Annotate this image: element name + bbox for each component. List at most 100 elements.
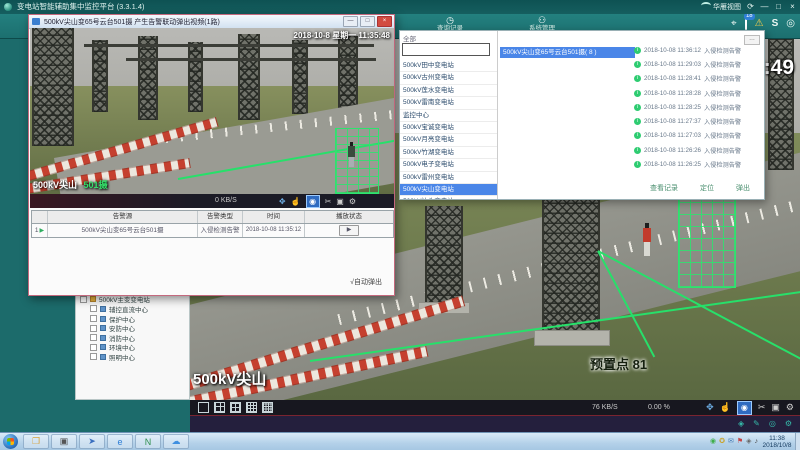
taskbar-app-button[interactable]: ❐ (23, 434, 49, 449)
alarm-window-titlebar[interactable]: 500kV尖山变65号云台501摄 产生告警联动弹出视频(1路) — □ × (29, 15, 394, 29)
station-list-item[interactable]: 500kV雷南变电站 (400, 97, 497, 109)
tree-item[interactable]: 消防中心 (90, 333, 187, 343)
record-camera-icon[interactable]: ▣ (771, 402, 780, 413)
alarm-record-item[interactable]: 2018-10-08 11:36:12 入侵检测告警 (634, 43, 764, 57)
tree-item[interactable]: 环境中心 (90, 343, 187, 353)
preset-pin-button-active[interactable]: ◉ (737, 401, 752, 415)
record-camera-icon[interactable]: ▣ (336, 196, 344, 207)
tree-item[interactable]: 安防中心 (90, 323, 187, 333)
alarm-camera-view[interactable]: 2018-10-8 星期一 11:35:48 500kV尖山 501摄 (30, 28, 394, 194)
station-label: 500kV电子变电站 (403, 161, 454, 168)
tree-checkbox[interactable] (80, 296, 87, 303)
layout-3x3-icon[interactable] (230, 402, 241, 413)
auto-popup-checkbox[interactable]: √自动弹出 (350, 277, 382, 287)
layout-1x1-icon[interactable] (198, 402, 209, 413)
station-list-item[interactable]: 监控中心 (400, 110, 497, 122)
tree-checkbox[interactable] (90, 344, 97, 351)
alarm-record-item[interactable]: 2018-10-08 11:28:25 入侵检测告警 (634, 100, 764, 114)
diamond-tool-icon[interactable]: ◈ (738, 419, 744, 428)
station-list-item[interactable]: 500kV月亮变电站 (400, 134, 497, 146)
gear-tool-icon[interactable]: ⚙ (785, 419, 792, 428)
tray-icon[interactable]: ♪ (755, 437, 759, 447)
taskbar-app-button[interactable]: ▣ (51, 434, 77, 449)
snapshot-cut-icon[interactable]: ✂ (758, 402, 766, 413)
window-close-button[interactable]: × (377, 16, 392, 27)
person-search-icon[interactable]: ⌖ (731, 18, 737, 30)
tray-icon[interactable]: ✪ (719, 437, 725, 447)
layout-4x4-icon[interactable] (246, 402, 257, 413)
selected-camera-header[interactable]: 500kV尖山变65号云台501摄( 8 ) (500, 47, 635, 58)
alarm-record-item[interactable]: 2018-10-08 11:28:41 入侵检测告警 (634, 72, 764, 86)
app-title: 变电站智能辅助集中监控平台 (3.3.1.4) (17, 0, 145, 14)
video-control-bar: 76 KB/S 0.00 % ✥ ☝ ◉ ✂ ▣ ⚙ (190, 400, 800, 415)
view-records-button[interactable]: 查看记录 (650, 183, 678, 193)
station-list-item[interactable]: 500kV莲水变电站 (400, 85, 497, 97)
alarm-record-item[interactable]: 2018-10-08 11:26:26 入侵检测告警 (634, 143, 764, 157)
settings-gear-icon[interactable]: ⚙ (786, 402, 794, 413)
alarm-table-row[interactable]: 1▶ 500kV尖山变65号云台501摄 入侵检测告警 2018-10-08 1… (31, 224, 394, 238)
taskbar-app-button[interactable]: e (107, 434, 133, 449)
tree-item[interactable]: 500kV主变变电站 (80, 295, 187, 305)
tree-checkbox[interactable] (90, 353, 97, 360)
station-list-item[interactable]: 500kV宝诚变电站 (400, 122, 497, 134)
app-icon: ➤ (88, 436, 96, 447)
start-button[interactable] (3, 434, 18, 449)
station-list-item[interactable]: 500kV竹湖变电站 (400, 147, 497, 159)
tree-item-label: 保护中心 (109, 314, 135, 324)
station-list-item[interactable]: 500kV田中变电站 (400, 60, 497, 72)
snapshot-cut-icon[interactable]: ✂ (325, 196, 332, 207)
station-list-item[interactable]: 500kV汕头变电站 (400, 196, 497, 199)
pan-control-icon[interactable]: ✥ (279, 196, 286, 207)
tray-icon[interactable]: ✉ (728, 437, 734, 447)
chat-icon[interactable]: 18 (745, 18, 747, 30)
alarm-record-item[interactable]: 2018-10-08 11:29:03 入侵检测告警 (634, 57, 764, 71)
tray-icon[interactable]: ⚑ (737, 437, 743, 447)
preset-pin-button-active[interactable]: ◉ (306, 195, 320, 208)
tree-checkbox[interactable] (90, 305, 97, 312)
tray-icon[interactable]: ◉ (710, 437, 716, 447)
alarm-record-item[interactable]: 2018-10-08 11:27:03 入侵检测告警 (634, 129, 764, 143)
refresh-button[interactable]: ⟳ (746, 0, 755, 14)
row-play-button[interactable]: ▶ (339, 225, 359, 236)
station-list-item[interactable]: 500kV电子变电站 (400, 159, 497, 171)
tree-checkbox[interactable] (90, 325, 97, 332)
layout-2x2-icon[interactable] (214, 402, 225, 413)
station-search-input[interactable] (402, 43, 490, 56)
station-list-item[interactable]: 500kV古州变电站 (400, 72, 497, 84)
settings-gear-icon[interactable]: ⚙ (349, 196, 356, 207)
alarm-time: 2018-10-08 11:28:28 (644, 90, 701, 97)
hand-tool-icon[interactable]: ☝ (291, 196, 301, 207)
hand-tool-icon[interactable]: ☝ (720, 402, 731, 413)
window-minimize-button[interactable]: — (343, 16, 358, 27)
pan-control-icon[interactable]: ✥ (706, 402, 714, 413)
tree-item[interactable]: 辅控直流中心 (90, 304, 187, 314)
locate-button[interactable]: 定位 (700, 183, 714, 193)
minimize-button[interactable]: — (760, 0, 769, 14)
alarm-warning-icon[interactable]: ⚠ (755, 18, 764, 30)
tree-item[interactable]: 照明中心 (90, 352, 187, 362)
s-tool-icon[interactable]: S (772, 18, 779, 30)
station-list-item[interactable]: 500kV雷州变电站 (400, 172, 497, 184)
close-button[interactable]: × (788, 0, 797, 14)
maximize-button[interactable]: □ (774, 0, 783, 14)
alarm-record-item[interactable]: 2018-10-08 11:28:28 入侵检测告警 (634, 86, 764, 100)
taskbar-clock[interactable]: 11:38 2018/10/8 (759, 435, 795, 449)
pen-tool-icon[interactable]: ✎ (753, 419, 760, 428)
alarm-record-item[interactable]: 2018-10-08 11:26:25 入侵检测告警 (634, 157, 764, 171)
show-desktop-button[interactable] (795, 433, 800, 450)
tree-checkbox[interactable] (90, 315, 97, 322)
taskbar-app-button[interactable]: N (135, 434, 161, 449)
taskbar-app-button[interactable]: ➤ (79, 434, 105, 449)
tree-checkbox[interactable] (90, 334, 97, 341)
tree-item[interactable]: 保护中心 (90, 314, 187, 324)
tray-icon[interactable]: ◈ (746, 437, 751, 447)
taskbar-app-button[interactable]: ☁ (163, 434, 189, 449)
station-list-item[interactable]: 500kV尖山变电站 (400, 184, 497, 196)
dot-tool-icon[interactable]: ◎ (769, 419, 776, 428)
round-tool-icon[interactable]: ◎ (786, 18, 795, 30)
layout-5x5-icon[interactable] (262, 402, 273, 413)
window-maximize-button[interactable]: □ (360, 16, 375, 27)
popout-button[interactable]: 弹出 (736, 183, 750, 193)
alarm-record-item[interactable]: 2018-10-08 11:27:37 入侵检测告警 (634, 114, 764, 128)
lattice-tower (425, 206, 463, 306)
